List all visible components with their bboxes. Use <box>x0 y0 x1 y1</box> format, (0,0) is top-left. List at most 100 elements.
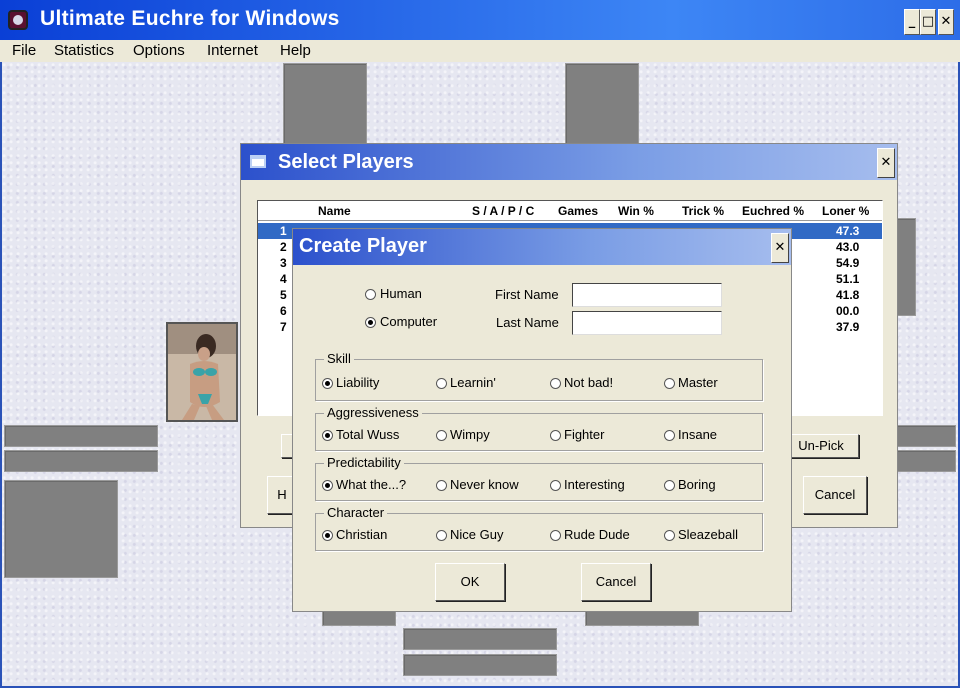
aggressiveness-group: Aggressiveness Total Wuss Wimpy Fighter … <box>315 405 763 451</box>
aggr-fighter-radio[interactable] <box>550 430 561 441</box>
minimize-button[interactable]: _ <box>904 9 920 35</box>
row-loner: 47.3 <box>836 224 860 238</box>
cancel-button[interactable]: Cancel <box>581 563 651 601</box>
skill-option-label[interactable]: Master <box>678 375 718 390</box>
last-name-input[interactable] <box>572 311 722 335</box>
pred-option-label[interactable]: What the...? <box>336 477 406 492</box>
char-niceguy-radio[interactable] <box>436 530 447 541</box>
char-option-label[interactable]: Christian <box>336 527 387 542</box>
pred-option-label[interactable]: Never know <box>450 477 519 492</box>
menubar: File Statistics Options Internet Help <box>0 40 960 62</box>
aggr-insane-radio[interactable] <box>664 430 675 441</box>
row-number: 6 <box>280 304 287 318</box>
col-name[interactable]: Name <box>318 204 351 218</box>
row-number: 3 <box>280 256 287 270</box>
character-group: Character Christian Nice Guy Rude Dude S… <box>315 505 763 551</box>
skill-option-label[interactable]: Liability <box>336 375 379 390</box>
skill-liability-radio[interactable] <box>322 378 333 389</box>
skill-learnin-radio[interactable] <box>436 378 447 389</box>
skill-master-radio[interactable] <box>664 378 675 389</box>
col-euchred[interactable]: Euchred % <box>742 204 804 218</box>
aggr-option-label[interactable]: Total Wuss <box>336 427 399 442</box>
aggr-option-label[interactable]: Insane <box>678 427 717 442</box>
character-title: Character <box>324 505 388 520</box>
ok-button[interactable]: OK <box>435 563 505 601</box>
char-option-label[interactable]: Sleazeball <box>678 527 738 542</box>
col-win[interactable]: Win % <box>618 204 654 218</box>
char-option-label[interactable]: Rude Dude <box>564 527 630 542</box>
char-option-label[interactable]: Nice Guy <box>450 527 503 542</box>
pred-boring-radio[interactable] <box>664 480 675 491</box>
row-loner: 00.0 <box>836 304 860 318</box>
aggr-wimpy-radio[interactable] <box>436 430 447 441</box>
window-icon <box>250 155 266 168</box>
menu-statistics[interactable]: Statistics <box>54 42 114 59</box>
close-icon[interactable]: ✕ <box>877 148 895 178</box>
aggr-totalwuss-radio[interactable] <box>322 430 333 441</box>
computer-radio[interactable] <box>365 317 376 328</box>
skill-title: Skill <box>324 351 354 366</box>
menu-internet[interactable]: Internet <box>207 42 258 59</box>
card-slot-south-2 <box>585 610 699 626</box>
card-slot-west-3 <box>4 480 118 578</box>
select-cancel-button[interactable]: Cancel <box>803 476 867 514</box>
row-loner: 54.9 <box>836 256 860 270</box>
human-radio[interactable] <box>365 289 376 300</box>
col-trick[interactable]: Trick % <box>682 204 724 218</box>
row-loner: 51.1 <box>836 272 860 286</box>
row-number: 5 <box>280 288 287 302</box>
pred-whatthe-radio[interactable] <box>322 480 333 491</box>
skill-option-label[interactable]: Learnin' <box>450 375 496 390</box>
menu-options[interactable]: Options <box>133 42 185 59</box>
aggressiveness-title: Aggressiveness <box>324 405 422 420</box>
create-player-dialog: Create Player ✕ Human Computer First Nam… <box>292 228 792 612</box>
maximize-button[interactable]: □ <box>920 9 936 35</box>
pred-option-label[interactable]: Boring <box>678 477 716 492</box>
aggr-option-label[interactable]: Fighter <box>564 427 604 442</box>
menu-file[interactable]: File <box>12 42 36 59</box>
predictability-title: Predictability <box>324 455 404 470</box>
computer-label[interactable]: Computer <box>380 314 437 329</box>
last-name-label: Last Name <box>496 315 559 330</box>
card-slot-east-2 <box>896 425 956 447</box>
skill-option-label[interactable]: Not bad! <box>564 375 613 390</box>
row-number: 7 <box>280 320 287 334</box>
close-button[interactable]: ✕ <box>938 9 954 35</box>
select-players-titlebar[interactable]: Select Players <box>241 144 897 180</box>
menu-help[interactable]: Help <box>280 42 311 59</box>
first-name-input[interactable] <box>572 283 722 307</box>
row-loner: 43.0 <box>836 240 860 254</box>
col-loner[interactable]: Loner % <box>822 204 869 218</box>
card-slot-south-4 <box>403 654 557 676</box>
row-number: 4 <box>280 272 287 286</box>
card-slot-north-1 <box>283 63 367 147</box>
close-icon[interactable]: ✕ <box>771 233 789 263</box>
pred-interesting-radio[interactable] <box>550 480 561 491</box>
row-loner: 37.9 <box>836 320 860 334</box>
aggr-option-label[interactable]: Wimpy <box>450 427 490 442</box>
card-slot-north-2 <box>565 63 639 147</box>
row-number: 2 <box>280 240 287 254</box>
human-label[interactable]: Human <box>380 286 422 301</box>
skill-group: Skill Liability Learnin' Not bad! Master <box>315 351 763 401</box>
char-sleazeball-radio[interactable] <box>664 530 675 541</box>
unpick-button[interactable]: Un-Pick <box>783 434 859 458</box>
first-name-label: First Name <box>495 287 559 302</box>
col-games[interactable]: Games <box>558 204 598 218</box>
player-list-header: Name S / A / P / C Games Win % Trick % E… <box>258 201 882 221</box>
char-rudedude-radio[interactable] <box>550 530 561 541</box>
skill-notbad-radio[interactable] <box>550 378 561 389</box>
player-avatar <box>166 322 238 422</box>
app-title: Ultimate Euchre for Windows <box>40 7 340 30</box>
card-slot-south-1 <box>322 610 396 626</box>
row-loner: 41.8 <box>836 288 860 302</box>
col-sapc[interactable]: S / A / P / C <box>472 204 534 218</box>
char-christian-radio[interactable] <box>322 530 333 541</box>
card-slot-south-3 <box>403 628 557 650</box>
card-slot-east-3 <box>896 450 956 472</box>
create-player-titlebar[interactable]: Create Player <box>293 229 791 265</box>
app-titlebar[interactable]: Ultimate Euchre for Windows _ □ ✕ <box>0 0 960 40</box>
pred-neverknow-radio[interactable] <box>436 480 447 491</box>
predictability-group: Predictability What the...? Never know I… <box>315 455 763 501</box>
pred-option-label[interactable]: Interesting <box>564 477 625 492</box>
